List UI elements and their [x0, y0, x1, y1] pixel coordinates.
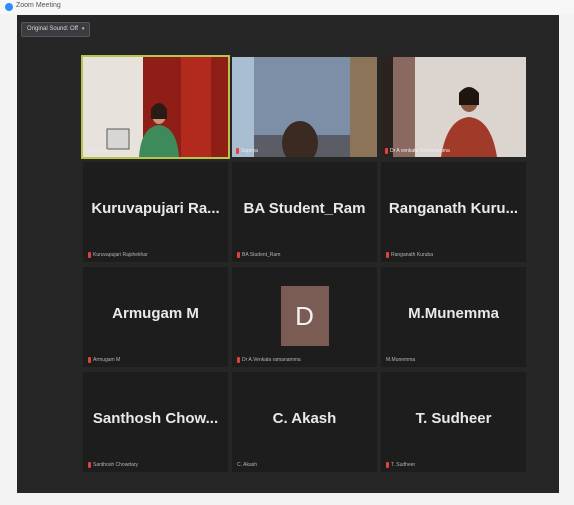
microphone-muted-icon: [88, 357, 91, 363]
participant-tile[interactable]: BA Student_Ram BA Student_Ram: [232, 162, 377, 262]
participant-tile[interactable]: Armugam M Armugam M: [83, 267, 228, 367]
participant-display-name: T. Sudheer: [415, 410, 492, 427]
microphone-muted-icon: [385, 148, 388, 154]
microphone-muted-icon: [88, 252, 91, 258]
participant-name-label: C. Akash: [237, 462, 258, 468]
window-title: Zoom Meeting: [16, 2, 61, 9]
participant-tile[interactable]: C. Akash C. Akash: [232, 372, 377, 472]
participant-display-name: M.Munemma: [408, 305, 499, 322]
participant-tile[interactable]: D Dr A.Venkata ramanamma: [232, 267, 377, 367]
original-sound-button[interactable]: Original Sound: Off ▾: [21, 22, 91, 37]
participant-tile[interactable]: M.Munemma M.Munemma: [381, 267, 526, 367]
participant-name-label: Dr A.Venkata ramanamma: [237, 357, 301, 363]
participant-display-name: BA Student_Ram: [243, 200, 366, 217]
participant-name-label: T. Sudheer: [386, 462, 415, 468]
video-tile[interactable]: SriVimala: [81, 55, 230, 159]
participant-name-label: Kuruvapujari Rajshekhar: [88, 252, 148, 258]
participant-tile[interactable]: Santhosh Chow... Santhosh Chowdary: [83, 372, 228, 472]
participant-name-label: Santhosh Chowdary: [88, 462, 138, 468]
participant-name-label: Dr A venkata Ramanamma: [385, 148, 450, 154]
title-bar: Zoom Meeting: [0, 0, 574, 14]
microphone-muted-icon: [88, 462, 91, 468]
original-sound-label: Original Sound: Off: [27, 26, 78, 32]
participant-name-label: Supriya: [236, 148, 258, 154]
participant-name-label: M.Munemma: [386, 357, 416, 363]
microphone-muted-icon: [236, 148, 239, 154]
participant-name-label: Ranganath Kuruba: [386, 252, 433, 258]
participant-video: [381, 57, 526, 157]
microphone-muted-icon: [386, 252, 389, 258]
zoom-logo-icon: [5, 3, 13, 11]
participant-display-name: Kuruvapujari Ra...: [91, 200, 220, 217]
participant-display-name: Armugam M: [112, 305, 199, 322]
participant-tile[interactable]: Ranganath Kuru... Ranganath Kuruba: [381, 162, 526, 262]
participant-tile[interactable]: T. Sudheer T. Sudheer: [381, 372, 526, 472]
participant-video: [83, 57, 228, 157]
microphone-muted-icon: [237, 357, 240, 363]
participant-name-label: SriVimala: [87, 148, 109, 154]
video-tile[interactable]: Dr A venkata Ramanamma: [381, 57, 526, 157]
participant-name-label: BA Student_Ram: [237, 252, 280, 258]
participant-video: [232, 57, 377, 157]
chevron-down-icon: ▾: [81, 26, 85, 32]
participant-name-label: Armugam M: [88, 357, 120, 363]
microphone-muted-icon: [237, 252, 240, 258]
participant-display-name: Ranganath Kuru...: [388, 200, 519, 217]
meeting-gallery: Original Sound: Off▾ SriVimala Supriya: [17, 15, 559, 493]
video-tile[interactable]: Supriya: [232, 57, 377, 157]
microphone-muted-icon: [386, 462, 389, 468]
participant-tile[interactable]: Kuruvapujari Ra... Kuruvapujari Rajshekh…: [83, 162, 228, 262]
avatar: D: [280, 286, 329, 346]
participant-display-name: C. Akash: [272, 410, 337, 427]
participant-display-name: Santhosh Chow...: [92, 410, 219, 427]
